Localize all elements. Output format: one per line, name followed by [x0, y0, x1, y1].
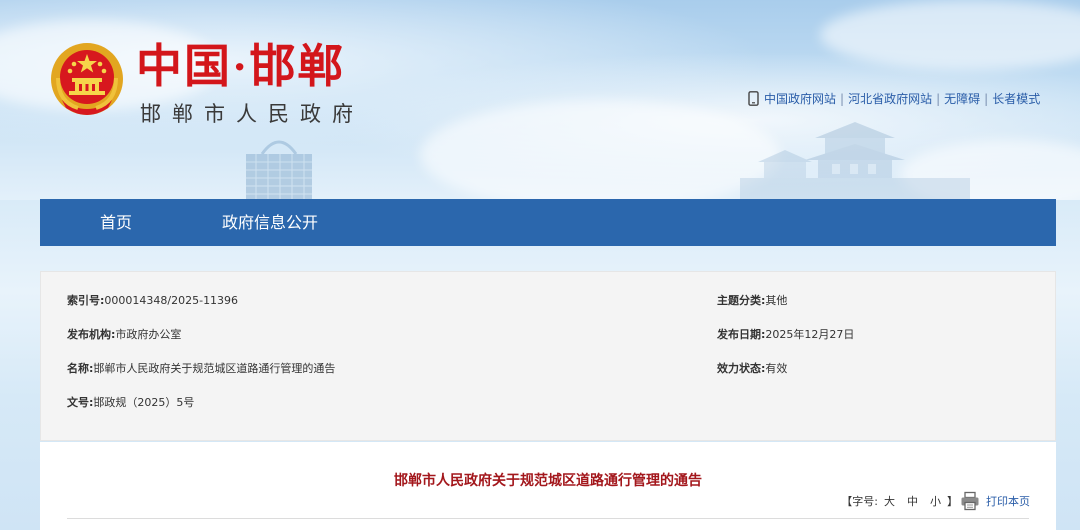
link-elder-mode[interactable]: 长者模式 — [992, 90, 1040, 107]
font-size-label: 【字号: — [841, 495, 878, 508]
meta-index-label: 索引号: — [67, 294, 105, 307]
link-separator: | — [984, 91, 989, 106]
font-size-close-bracket: 】 — [947, 495, 958, 508]
font-size-medium-button[interactable]: 中 — [907, 493, 918, 509]
national-emblem-icon — [51, 43, 123, 115]
article-content: 邯郸市人民政府关于规范城区道路通行管理的通告 【字号: 大 中 小 】 打印本页 — [40, 442, 1056, 530]
meta-category-value: 其他 — [765, 294, 788, 307]
font-size-large-button[interactable]: 大 — [884, 493, 895, 509]
meta-org-label: 发布机构: — [67, 328, 116, 341]
city-tower-illustration — [246, 140, 312, 200]
nav-item-gov-info-disclosure[interactable]: 政府信息公开 — [222, 199, 318, 246]
meta-status-label: 效力状态: — [717, 362, 766, 375]
content-divider — [67, 518, 1029, 519]
link-accessibility[interactable]: 无障碍 — [944, 90, 980, 107]
site-logo-title[interactable]: 中国·邯郸 — [136, 40, 345, 94]
site-header: 中国·邯郸 邯郸市人民政府 中国政府网站 | 河北省政府网站 | 无障碍 | 长… — [0, 0, 1080, 200]
meta-org-value: 市政府办公室 — [115, 328, 182, 341]
meta-index-row: 索引号:000014348/2025-11396 — [67, 292, 238, 308]
meta-org-row: 发布机构:市政府办公室 — [67, 326, 181, 342]
meta-docno-row: 文号:邯政规（2025）5号 — [67, 394, 194, 410]
document-metadata-panel: 索引号:000014348/2025-11396 主题分类:其他 发布机构:市政… — [40, 271, 1056, 441]
main-nav: 首页 政府信息公开 — [40, 199, 1056, 246]
link-hebei-government[interactable]: 河北省政府网站 — [848, 90, 932, 107]
link-central-government[interactable]: 中国政府网站 — [764, 90, 836, 107]
meta-name-row: 名称:邯郸市人民政府关于规范城区道路通行管理的通告 — [67, 360, 335, 376]
meta-category-label: 主题分类: — [717, 294, 766, 307]
meta-date-label: 发布日期: — [717, 328, 766, 341]
meta-name-label: 名称: — [67, 362, 94, 375]
link-separator: | — [840, 91, 845, 106]
meta-status-value: 有效 — [765, 362, 788, 375]
cloud-decoration — [820, 0, 1080, 70]
font-size-small-button[interactable]: 小 — [930, 493, 941, 509]
ancient-tower-illustration — [740, 122, 970, 200]
link-separator: | — [936, 91, 941, 106]
article-title: 邯郸市人民政府关于规范城区道路通行管理的通告 — [394, 473, 702, 489]
meta-date-value: 2025年12月27日 — [765, 328, 855, 341]
cloud-decoration — [420, 100, 780, 200]
article-tools: 【字号: 大 中 小 】 打印本页 — [841, 491, 1030, 511]
site-logo-subtitle: 邯郸市人民政府 — [140, 102, 364, 126]
meta-name-value: 邯郸市人民政府关于规范城区道路通行管理的通告 — [93, 362, 336, 375]
meta-index-value: 000014348/2025-11396 — [104, 294, 239, 307]
printer-icon[interactable] — [960, 491, 980, 511]
mobile-phone-icon[interactable] — [748, 91, 759, 106]
meta-category-row: 主题分类:其他 — [717, 292, 787, 308]
print-page-link[interactable]: 打印本页 — [986, 493, 1030, 509]
meta-docno-label: 文号: — [67, 396, 94, 409]
top-links-bar: 中国政府网站 | 河北省政府网站 | 无障碍 | 长者模式 — [748, 90, 1040, 107]
meta-date-row: 发布日期:2025年12月27日 — [717, 326, 854, 342]
nav-item-home[interactable]: 首页 — [100, 199, 132, 246]
meta-docno-value: 邯政规（2025）5号 — [93, 396, 195, 409]
meta-status-row: 效力状态:有效 — [717, 360, 787, 376]
